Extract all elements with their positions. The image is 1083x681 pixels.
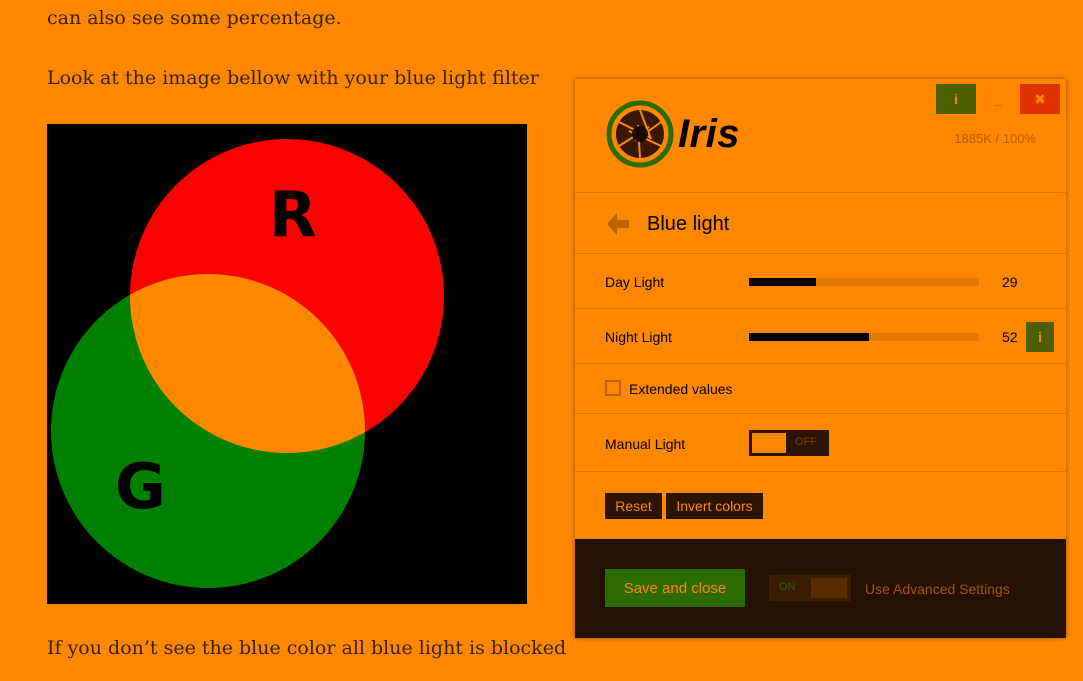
divider [575,308,1066,309]
close-icon: ✖ [1034,90,1046,107]
day-light-value: 29 [1002,274,1018,290]
green-label: G [115,450,166,523]
divider [575,192,1066,193]
advanced-settings-label[interactable]: Use Advanced Settings [865,581,1010,597]
app-name: Iris [678,112,741,156]
info-icon: i [1038,329,1042,345]
divider [575,363,1066,364]
advanced-settings-toggle[interactable]: ON [769,575,851,601]
day-light-label: Day Light [605,274,665,290]
manual-light-toggle[interactable]: OFF [749,430,829,456]
arrow-left-icon[interactable] [605,211,631,237]
night-light-slider-fill [749,333,869,341]
iris-window: i _ ✖ Iris 1885K / 100% Blue light Day L… [575,79,1066,638]
day-light-slider-fill [749,278,816,286]
minimize-icon: _ [994,91,1002,107]
venn-diagram: R G [47,124,527,604]
article-text-line: Look at the image bellow with your blue … [47,67,539,89]
footer-bar: Save and close ON Use Advanced Settings [575,539,1066,638]
save-and-close-button[interactable]: Save and close [605,569,745,607]
manual-light-label: Manual Light [605,436,686,452]
extended-values-checkbox[interactable] [605,380,621,396]
section-title: Blue light [647,212,730,235]
iris-aperture-icon [606,100,674,168]
usage-stats: 1885K / 100% [954,131,1036,146]
article-text-line: If you don’t see the blue color all blue… [47,637,567,659]
night-light-slider[interactable] [749,333,979,341]
divider [575,253,1066,254]
window-info-button[interactable]: i [936,84,976,114]
night-light-label: Night Light [605,329,672,345]
extended-values-label[interactable]: Extended values [629,381,733,397]
reset-button[interactable]: Reset [605,493,662,519]
info-icon: i [954,91,958,107]
night-light-value: 52 [1002,329,1018,345]
day-light-slider[interactable] [749,278,979,286]
red-label: R [269,178,317,251]
divider [575,471,1066,472]
toggle-state: OFF [795,436,817,448]
window-close-button[interactable]: ✖ [1020,84,1060,114]
night-light-info-button[interactable]: i [1026,322,1054,352]
rgb-venn-image: R G [47,124,527,604]
invert-colors-button[interactable]: Invert colors [666,493,763,519]
divider [575,413,1066,414]
article-text-line: can also see some percentage. [47,7,342,29]
toggle-state: ON [779,581,796,593]
window-minimize-button[interactable]: _ [978,84,1018,114]
toggle-knob [811,578,847,598]
section-header: Blue light [605,211,729,237]
toggle-knob [752,433,786,453]
